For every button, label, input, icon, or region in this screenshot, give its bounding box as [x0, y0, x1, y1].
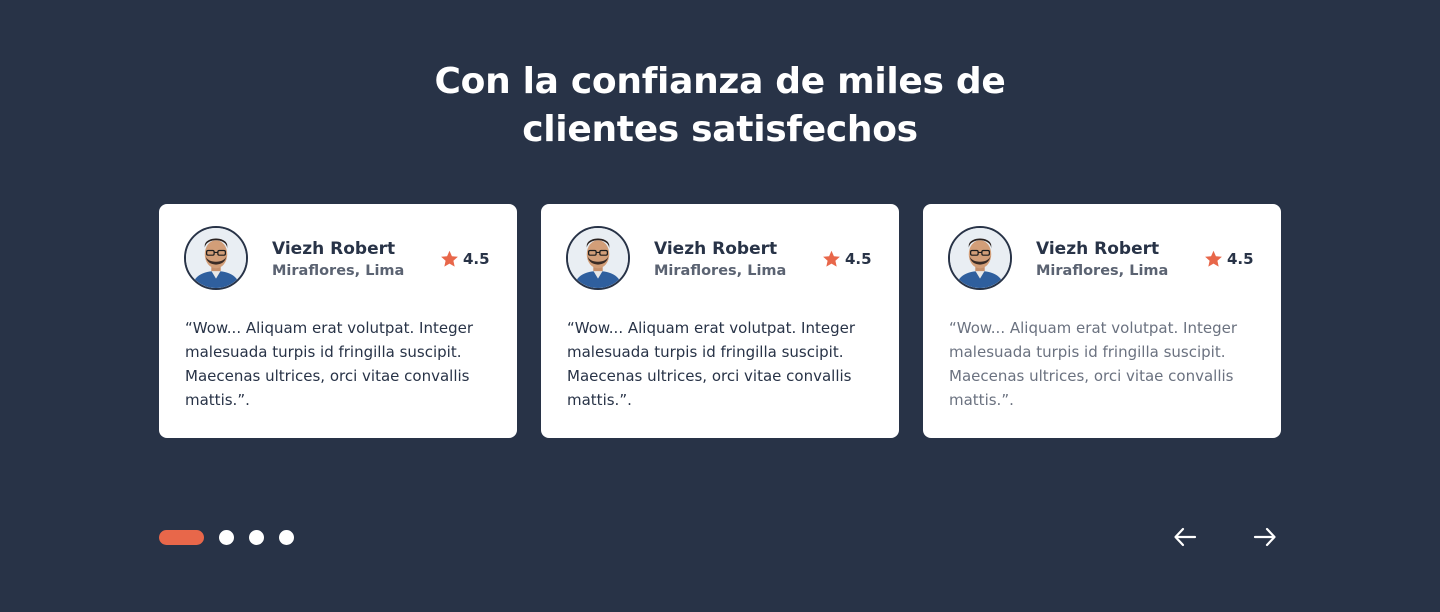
- star-icon: [823, 250, 840, 267]
- next-button[interactable]: [1249, 522, 1281, 552]
- star-icon: [441, 250, 458, 267]
- rating: 4.5: [1204, 249, 1254, 269]
- rating-value: 4.5: [1227, 250, 1254, 268]
- pagination-dot[interactable]: [249, 530, 264, 545]
- arrow-left-icon: [1174, 527, 1197, 547]
- rating: 4.5: [440, 249, 490, 269]
- testimonial-quote: “Wow... Aliquam erat volutpat. Integer m…: [185, 319, 473, 409]
- pagination-dot[interactable]: [279, 530, 294, 545]
- rating: 4.5: [822, 249, 872, 269]
- reviewer-location: Miraflores, Lima: [1036, 263, 1169, 279]
- reviewer-location: Miraflores, Lima: [654, 263, 787, 279]
- reviewer-name: Viezh Robert: [272, 239, 396, 259]
- carousel-pagination: [159, 530, 294, 545]
- testimonial-quote: “Wow... Aliquam erat volutpat. Integer m…: [949, 319, 1237, 409]
- pagination-dot[interactable]: [219, 530, 234, 545]
- reviewer-name: Viezh Robert: [1036, 239, 1160, 259]
- arrow-right-icon: [1253, 527, 1276, 547]
- avatar-photo: [568, 228, 628, 288]
- testimonial-card: Viezh Robert Miraflores, Lima 4.5 “Wow..…: [159, 204, 517, 438]
- rating-value: 4.5: [463, 250, 490, 268]
- reviewer-name: Viezh Robert: [654, 239, 778, 259]
- pagination-dot-active[interactable]: [159, 530, 204, 545]
- avatar: [948, 226, 1012, 290]
- star-icon: [1205, 250, 1222, 267]
- section-title-line-1: Con la confianza de miles de: [434, 61, 1006, 102]
- testimonial-card: Viezh Robert Miraflores, Lima 4.5 “Wow..…: [541, 204, 899, 438]
- avatar-photo: [186, 228, 246, 288]
- avatar: [184, 226, 248, 290]
- testimonial-quote: “Wow... Aliquam erat volutpat. Integer m…: [567, 319, 855, 409]
- section-title-line-2: clientes satisfechos: [522, 109, 918, 150]
- reviewer-location: Miraflores, Lima: [272, 263, 405, 279]
- previous-button[interactable]: [1169, 522, 1201, 552]
- avatar: [566, 226, 630, 290]
- avatar-photo: [950, 228, 1010, 288]
- rating-value: 4.5: [845, 250, 872, 268]
- testimonial-card: Viezh Robert Miraflores, Lima 4.5 “Wow..…: [923, 204, 1281, 438]
- section-title: Con la confianza de miles de clientes sa…: [0, 58, 1440, 154]
